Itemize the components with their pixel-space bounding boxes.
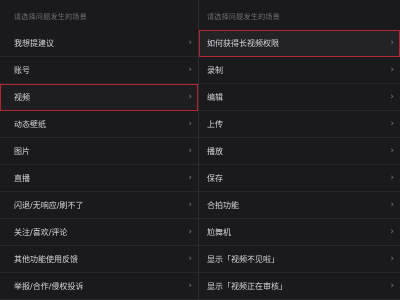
category-hint: 请选择问题发生的场景	[14, 13, 87, 21]
subcategory-item[interactable]: 保存 ›	[199, 165, 400, 192]
category-item[interactable]: 动态壁纸 ›	[0, 111, 198, 138]
chevron-right-icon: ›	[390, 119, 394, 129]
subcategory-item-label: 显示「视频正在审核」	[207, 282, 287, 291]
category-item[interactable]: 直播 ›	[0, 165, 198, 192]
subcategory-item[interactable]: 如何获得长视频权限 ›	[199, 30, 400, 57]
chevron-right-icon: ›	[188, 38, 192, 48]
category-item-label: 视频	[14, 93, 30, 102]
category-item[interactable]: 其他功能使用反馈 ›	[0, 246, 198, 273]
category-item-label: 账号	[14, 66, 30, 75]
chevron-right-icon: ›	[188, 119, 192, 129]
chevron-right-icon: ›	[390, 281, 394, 291]
subcategory-item[interactable]: 显示「视频不见啦」 ›	[199, 246, 400, 273]
category-item-label: 举报/合作/侵权投诉	[14, 282, 84, 291]
chevron-right-icon: ›	[188, 254, 192, 264]
subcategory-item[interactable]: 尬舞机 ›	[199, 219, 400, 246]
chevron-right-icon: ›	[188, 146, 192, 156]
subcategory-hint: 请选择问题发生的场景	[207, 13, 280, 21]
subcategory-item[interactable]: 播放 ›	[199, 138, 400, 165]
chevron-right-icon: ›	[390, 173, 394, 183]
subcategory-item-label: 保存	[207, 174, 223, 183]
chevron-right-icon: ›	[188, 200, 192, 210]
subcategory-item-label: 如何获得长视频权限	[207, 39, 279, 48]
chevron-right-icon: ›	[188, 281, 192, 291]
chevron-right-icon: ›	[390, 92, 394, 102]
category-item-label: 闪退/无响应/刷不了	[14, 201, 84, 210]
subcategory-item-label: 尬舞机	[207, 228, 231, 237]
category-item-label: 图片	[14, 147, 30, 156]
subcategory-item-label: 上传	[207, 120, 223, 129]
category-item[interactable]: 闪退/无响应/刷不了 ›	[0, 192, 198, 219]
category-item-label: 关注/喜欢/评论	[14, 228, 68, 237]
category-item[interactable]: 视频 ›	[0, 84, 198, 111]
subcategory-item[interactable]: 显示「视频正在审核」 ›	[199, 273, 400, 300]
chevron-right-icon: ›	[188, 173, 192, 183]
subcategory-item-label: 显示「视频不见啦」	[207, 255, 279, 264]
category-item[interactable]: 图片 ›	[0, 138, 198, 165]
category-item-label: 其他功能使用反馈	[14, 255, 78, 264]
category-item[interactable]: 我想提建议 ›	[0, 30, 198, 57]
chevron-right-icon: ›	[188, 65, 192, 75]
chevron-right-icon: ›	[390, 65, 394, 75]
subcategory-item-label: 合拍功能	[207, 201, 239, 210]
category-item[interactable]: 关注/喜欢/评论 ›	[0, 219, 198, 246]
subcategory-item[interactable]: 上传 ›	[199, 111, 400, 138]
category-item-label: 直播	[14, 174, 30, 183]
chevron-right-icon: ›	[188, 92, 192, 102]
subcategory-item-label: 播放	[207, 147, 223, 156]
category-item-label: 动态壁纸	[14, 120, 46, 129]
chevron-right-icon: ›	[390, 38, 394, 48]
category-list: 我想提建议 › 账号 › 视频 › 动态壁纸 › 图片 › 直播 › 闪退/无响应/刷不了 › 关注/喜欢/…	[0, 30, 198, 300]
chevron-right-icon: ›	[390, 227, 394, 237]
chevron-right-icon: ›	[390, 200, 394, 210]
category-item-label: 我想提建议	[14, 39, 54, 48]
subcategory-panel: 请选择问题发生的场景 如何获得长视频权限 › 录制 › 编辑 › 上传 › 播放 › 保存 › 合拍功能…	[198, 0, 400, 300]
subcategory-item-label: 编辑	[207, 93, 223, 102]
subcategory-item[interactable]: 编辑 ›	[199, 84, 400, 111]
chevron-right-icon: ›	[188, 227, 192, 237]
category-item[interactable]: 账号 ›	[0, 57, 198, 84]
subcategory-list: 如何获得长视频权限 › 录制 › 编辑 › 上传 › 播放 › 保存 › 合拍功能 › 尬舞机 › 显示「视频不…	[199, 30, 400, 300]
subcategory-item[interactable]: 录制 ›	[199, 57, 400, 84]
feedback-scene-picker: 请选择问题发生的场景 我想提建议 › 账号 › 视频 › 动态壁纸 › 图片 › 直播 › 闪退/无响应…	[0, 0, 400, 300]
subcategory-item-label: 录制	[207, 66, 223, 75]
chevron-right-icon: ›	[390, 146, 394, 156]
category-item[interactable]: 举报/合作/侵权投诉 ›	[0, 273, 198, 300]
category-panel: 请选择问题发生的场景 我想提建议 › 账号 › 视频 › 动态壁纸 › 图片 › 直播 › 闪退/无响应…	[0, 0, 198, 300]
subcategory-item[interactable]: 合拍功能 ›	[199, 192, 400, 219]
chevron-right-icon: ›	[390, 254, 394, 264]
